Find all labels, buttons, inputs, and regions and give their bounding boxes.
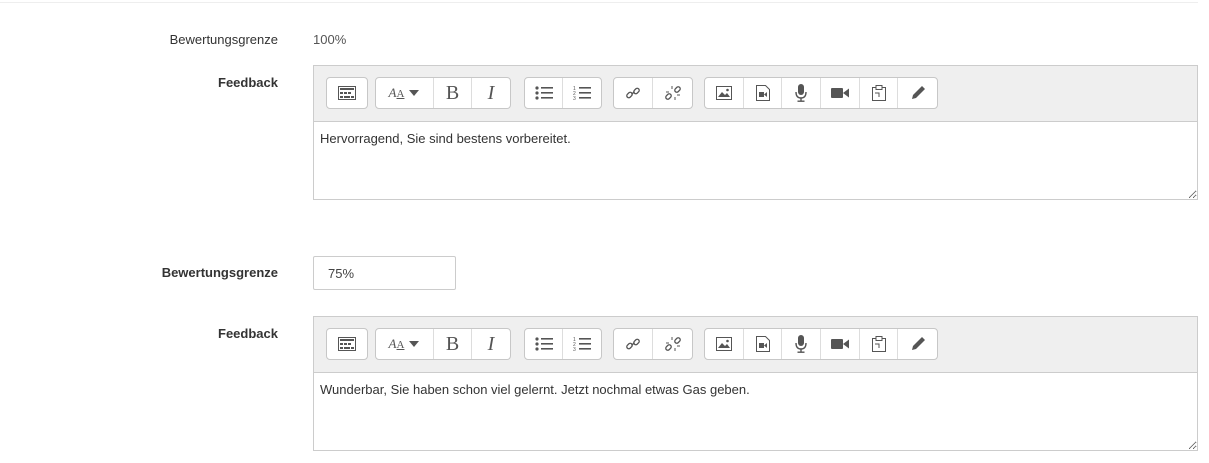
svg-text:3: 3 [573,96,576,101]
image-icon[interactable] [705,78,744,108]
feedback-textarea-1[interactable]: Hervorragend, Sie sind bestens vorbereit… [314,122,1197,199]
unordered-list-icon[interactable] [525,329,563,359]
feedback-label-2: Feedback [218,326,278,341]
unlink-icon[interactable] [653,78,692,108]
link-icon[interactable] [614,329,653,359]
feedback-editor-2: AA B I 123 Wunderbar, Sie haben schon vi… [313,316,1198,451]
link-icon[interactable] [614,78,653,108]
unordered-list-icon[interactable] [525,78,563,108]
grade-boundary-input-2[interactable] [313,256,456,290]
grade-boundary-value-1: 100% [313,32,347,47]
italic-icon[interactable]: I [472,78,510,108]
toolbar-group-lists: 123 [524,328,602,360]
record-video-icon[interactable] [821,78,860,108]
toolbar-group-media [704,77,938,109]
toolbar-group-links [613,77,693,109]
draw-icon[interactable] [898,78,937,108]
toolbar-group-links [613,328,693,360]
editor-toolbar: AA B I 123 [314,66,1197,122]
toolbar-toggle-icon[interactable] [327,78,367,108]
image-icon[interactable] [705,329,744,359]
manage-files-icon[interactable] [860,78,899,108]
draw-icon[interactable] [898,329,937,359]
unlink-icon[interactable] [653,329,692,359]
bold-icon[interactable]: B [434,78,472,108]
toolbar-group-media [704,328,938,360]
record-audio-icon[interactable] [782,78,822,108]
italic-icon[interactable]: I [472,329,510,359]
feedback-textarea-2[interactable]: Wunderbar, Sie haben schon viel gelernt.… [314,373,1197,450]
media-icon[interactable] [744,78,783,108]
section-divider [0,2,1198,3]
record-video-icon[interactable] [821,329,860,359]
font-style-icon[interactable]: AA [376,78,434,108]
feedback-label-1: Feedback [218,75,278,90]
grade-boundary-label-1: Bewertungsgrenze [169,32,278,47]
bold-icon[interactable]: B [434,329,472,359]
record-audio-icon[interactable] [782,329,822,359]
media-icon[interactable] [744,329,783,359]
toolbar-group-lists: 123 [524,77,602,109]
toolbar-group-toggle [326,328,368,360]
toolbar-group-toggle [326,77,368,109]
ordered-list-icon[interactable]: 123 [563,329,601,359]
toolbar-group-style: AA B I [375,328,511,360]
grade-boundary-label-2: Bewertungsgrenze [161,265,278,280]
manage-files-icon[interactable] [860,329,899,359]
ordered-list-icon[interactable]: 123 [563,78,601,108]
svg-text:3: 3 [573,347,576,352]
editor-toolbar: AA B I 123 [314,317,1197,373]
toolbar-group-style: AA B I [375,77,511,109]
feedback-editor-1: AA B I 123 Hervorragend, Sie sind besten… [313,65,1198,200]
font-style-icon[interactable]: AA [376,329,434,359]
toolbar-toggle-icon[interactable] [327,329,367,359]
